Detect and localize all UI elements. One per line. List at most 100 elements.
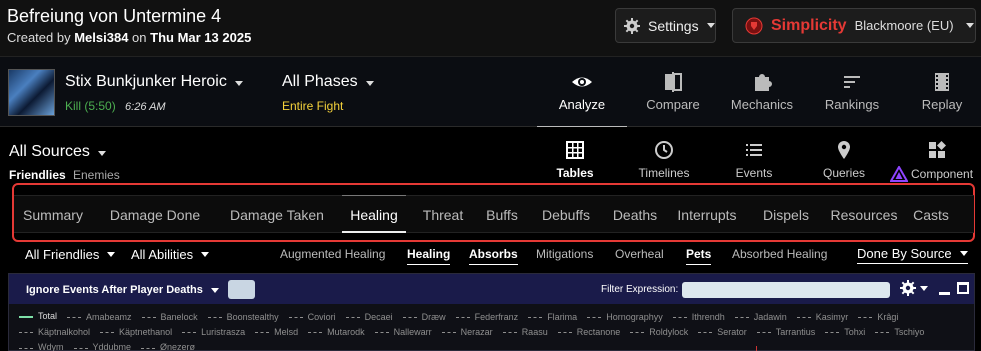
done-by-dropdown[interactable]: Done By Source — [857, 246, 968, 264]
legend-item[interactable]: Ithrendh — [672, 311, 725, 325]
nav-mechanics[interactable]: Mechanics — [722, 57, 802, 127]
view-tables[interactable]: Tables — [550, 140, 600, 182]
legend-item[interactable]: Käptnalkohol — [19, 326, 90, 340]
legend-item[interactable]: Hornographyy — [587, 311, 663, 325]
settings-button[interactable]: Settings — [615, 8, 716, 43]
view-timelines[interactable]: Timelines — [632, 140, 696, 182]
boss-selector[interactable]: Stix Bunkjunker Heroic — [65, 73, 243, 91]
puzzle-icon — [755, 74, 772, 91]
legend-label: Käptnethanol — [119, 327, 173, 337]
legend-item[interactable]: Federfranz — [455, 311, 518, 325]
legend-label: Jadawin — [753, 311, 787, 322]
tab-damage-done[interactable]: Damage Done — [99, 196, 211, 233]
legend-item[interactable]: Decaei — [345, 311, 393, 325]
eye-icon — [572, 77, 592, 87]
abilities-dropdown-label: All Abilities — [131, 247, 194, 262]
guild-selector[interactable]: Simplicity Blackmoore (EU) — [732, 8, 976, 43]
kill-info: Kill (5:50) 6:26 AM — [65, 99, 166, 113]
legend-item[interactable]: Boonstealthy — [207, 311, 279, 325]
tab-buffs[interactable]: Buffs — [477, 196, 527, 233]
legend-item[interactable]: Tohxi — [825, 326, 865, 340]
legend-item[interactable]: Mutarodk — [308, 326, 365, 340]
nav-analyze[interactable]: Analyze — [537, 57, 627, 128]
legend-item[interactable]: Flarima — [528, 311, 577, 325]
clock-icon — [655, 141, 673, 159]
tab-summary[interactable]: Summary — [14, 196, 92, 233]
legend-line-icon — [672, 317, 687, 318]
legend-line-icon — [67, 317, 82, 318]
filter-expression-input[interactable] — [682, 282, 890, 298]
subtab-mitigations[interactable]: Mitigations — [536, 247, 593, 261]
friendlies-dropdown[interactable]: All Friendlies — [25, 247, 116, 262]
legend-item[interactable]: Wdym — [19, 341, 64, 351]
legend-item[interactable]: Total — [19, 310, 57, 324]
view-component[interactable]: Component — [890, 140, 981, 182]
view-label: Tables — [556, 166, 594, 180]
done-by-label: Done By Source — [857, 246, 952, 261]
view-queries[interactable]: Queries — [816, 140, 872, 182]
legend-item[interactable]: Luristrasza — [182, 326, 245, 340]
legend-item[interactable]: Serator — [698, 326, 747, 340]
gear-icon — [900, 280, 916, 296]
nav-compare[interactable]: Compare — [633, 57, 713, 127]
subtab-healing[interactable]: Healing — [407, 247, 451, 265]
legend-label: Tohxi — [844, 327, 866, 337]
tab-deaths[interactable]: Deaths — [605, 196, 665, 233]
legend-item[interactable]: Coviori — [288, 311, 336, 325]
maximize-icon[interactable] — [957, 282, 969, 294]
subtab-augmented-healing[interactable]: Augmented Healing — [280, 247, 385, 261]
legend-item[interactable]: Ønezerø — [141, 341, 195, 351]
legend-item[interactable]: Amabeamz — [67, 311, 132, 325]
nav-rankings[interactable]: Rankings — [812, 57, 892, 127]
legend-item[interactable]: Nerazar — [441, 326, 493, 340]
source-bar: All Sources Friendlies Enemies Tables Ti… — [0, 127, 981, 183]
legend-item[interactable]: Nallewarr — [374, 326, 432, 340]
source-selector[interactable]: All Sources — [9, 143, 106, 161]
filter-expression-label: Filter Expression: — [601, 284, 679, 295]
chevron-down-icon — [965, 23, 974, 28]
subtab-pets[interactable]: Pets — [686, 247, 712, 265]
tab-healing[interactable]: Healing — [342, 195, 406, 233]
source-label: All Sources — [9, 143, 90, 160]
nav-label: Analyze — [558, 97, 606, 112]
phase-selector[interactable]: All Phases — [282, 73, 374, 91]
phase-subtitle: Entire Fight — [282, 99, 344, 113]
legend-item[interactable]: Krâgi — [858, 311, 898, 325]
legend-item[interactable]: Tarrantius — [756, 326, 815, 340]
legend-item[interactable]: Rectanone — [557, 326, 620, 340]
legend-item[interactable]: Tschiyo — [875, 326, 924, 340]
legend-item[interactable]: Melsd — [255, 326, 298, 340]
minimize-icon[interactable] — [939, 292, 950, 295]
view-events[interactable]: Events — [728, 140, 780, 182]
friendlies-toggle[interactable]: Friendlies — [9, 168, 66, 182]
subtab-absorbs[interactable]: Absorbs — [469, 247, 518, 265]
ignore-deaths-input[interactable] — [228, 280, 255, 299]
subtab-absorbed-healing[interactable]: Absorbed Healing — [732, 247, 827, 261]
abilities-dropdown[interactable]: All Abilities — [131, 247, 210, 262]
tab-threat[interactable]: Threat — [415, 196, 471, 233]
legend-line-icon — [345, 317, 360, 318]
ignore-deaths-dropdown[interactable]: Ignore Events After Player Deaths — [26, 284, 219, 296]
graph-settings-button[interactable] — [900, 280, 928, 296]
legend-item[interactable]: Käptnethanol — [100, 326, 172, 340]
kill-time: 6:26 AM — [125, 101, 166, 113]
legend-item[interactable]: Kasimyr — [796, 311, 848, 325]
legend-item[interactable]: Dræw — [402, 311, 446, 325]
legend-item[interactable]: Banelock — [141, 311, 198, 325]
report-author[interactable]: Melsi384 — [74, 30, 128, 45]
tab-damage-taken[interactable]: Damage Taken — [217, 196, 337, 233]
subtab-overheal[interactable]: Overheal — [615, 247, 664, 261]
tab-resources[interactable]: Resources — [827, 196, 901, 233]
legend-label: Total — [38, 311, 58, 322]
legend-item[interactable]: Yddubme — [73, 341, 131, 351]
legend-item[interactable]: Raasu — [502, 326, 548, 340]
tab-casts[interactable]: Casts — [909, 196, 953, 233]
enemies-toggle[interactable]: Enemies — [73, 168, 120, 182]
tab-dispels[interactable]: Dispels — [757, 196, 815, 233]
legend-item[interactable]: Jadawin — [734, 311, 787, 325]
nav-replay[interactable]: Replay — [902, 57, 981, 127]
tab-interrupts[interactable]: Interrupts — [671, 196, 743, 233]
graph-panel: Ignore Events After Player Deaths Filter… — [8, 273, 975, 351]
tab-debuffs[interactable]: Debuffs — [533, 196, 599, 233]
legend-item[interactable]: Roldylock — [630, 326, 688, 340]
